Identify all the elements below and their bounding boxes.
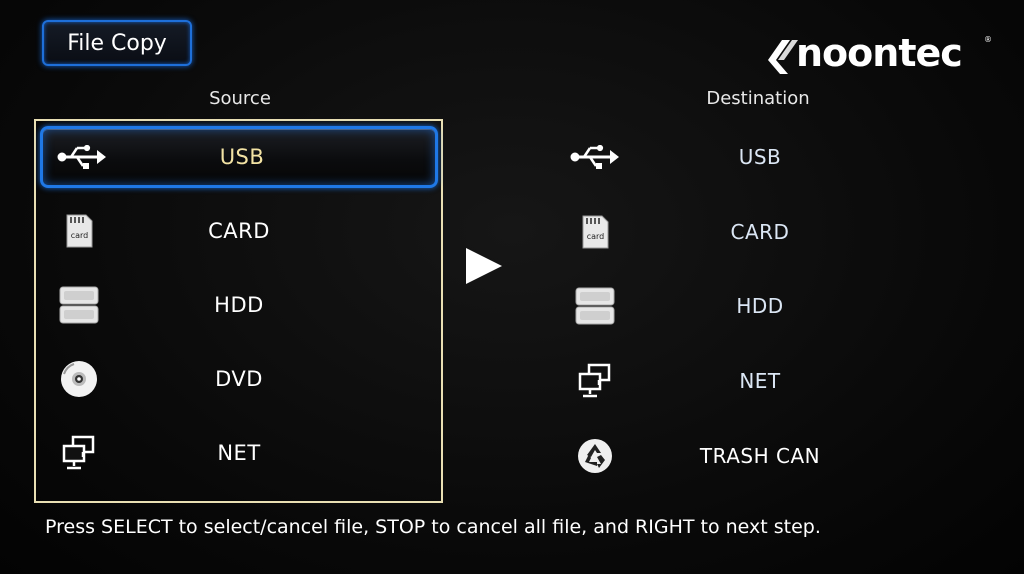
network-icon bbox=[570, 361, 620, 401]
source-item-card[interactable]: card CARD bbox=[40, 200, 438, 262]
source-item-usb[interactable]: USB bbox=[40, 126, 438, 188]
source-heading: Source bbox=[209, 88, 271, 109]
destination-item-label: CARD bbox=[730, 220, 790, 244]
source-item-label: NET bbox=[217, 441, 261, 465]
noontec-logo: noontec ® bbox=[768, 31, 992, 75]
source-item-hdd[interactable]: HDD bbox=[40, 274, 438, 336]
usb-icon bbox=[570, 137, 620, 177]
destination-item-usb[interactable]: USB bbox=[560, 126, 960, 188]
svg-text:card: card bbox=[587, 232, 605, 241]
source-item-label: HDD bbox=[214, 293, 264, 317]
destination-item-hdd[interactable]: HDD bbox=[560, 275, 960, 337]
source-item-label: CARD bbox=[208, 219, 270, 243]
brand-text: noontec bbox=[796, 31, 962, 75]
destination-item-card[interactable]: card CARD bbox=[560, 201, 960, 263]
destination-heading: Destination bbox=[706, 88, 810, 109]
destination-item-label: USB bbox=[738, 145, 782, 169]
next-step-arrow-icon bbox=[466, 248, 502, 284]
svg-text:®: ® bbox=[984, 35, 992, 44]
hdd-icon bbox=[570, 286, 620, 326]
sd-card-icon: card bbox=[570, 212, 620, 252]
destination-item-label: HDD bbox=[736, 294, 784, 318]
source-item-label: USB bbox=[219, 145, 265, 169]
destination-item-trash-can[interactable]: TRASH CAN bbox=[560, 425, 960, 487]
destination-item-net[interactable]: NET bbox=[560, 350, 960, 412]
page-title: File Copy bbox=[42, 20, 192, 66]
recycle-icon bbox=[570, 436, 620, 476]
help-hint: Press SELECT to select/cancel file, STOP… bbox=[45, 516, 821, 538]
source-item-dvd[interactable]: DVD bbox=[40, 348, 438, 410]
source-item-label: DVD bbox=[215, 367, 263, 391]
destination-item-label: TRASH CAN bbox=[699, 444, 821, 468]
destination-item-label: NET bbox=[739, 369, 781, 393]
source-item-net[interactable]: NET bbox=[40, 422, 438, 484]
